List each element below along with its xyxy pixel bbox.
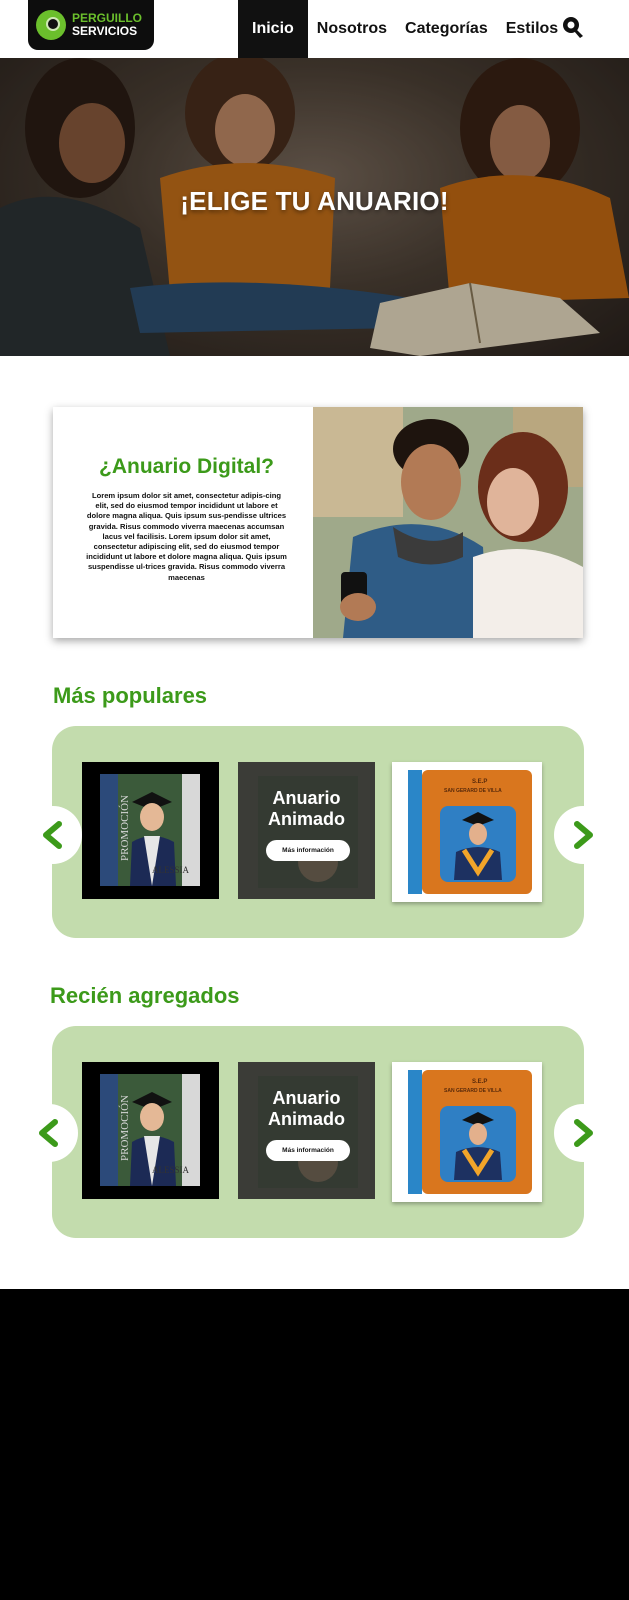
brand-logo[interactable]: PERGUILLO SERVICIOS bbox=[28, 0, 154, 50]
animated-yearbook-title: Anuario Animado bbox=[267, 788, 345, 829]
wooden-book-cover bbox=[392, 1062, 542, 1202]
brand-line-2: SERVICIOS bbox=[72, 24, 138, 38]
brand-wordmark: PERGUILLO SERVICIOS bbox=[72, 12, 142, 38]
animated-yearbook-title: Anuario Animado bbox=[267, 1088, 345, 1129]
site-header: PERGUILLO SERVICIOS Inicio Nosotros Cate… bbox=[0, 0, 629, 58]
site-footer bbox=[0, 1289, 629, 1600]
hero-banner: ¡ELIGE TU ANUARIO! bbox=[0, 58, 629, 356]
parrot-logo-icon bbox=[36, 10, 66, 40]
school-name-label: SAN GERARD DE VILLA bbox=[444, 1088, 502, 1094]
more-info-button[interactable]: Más información bbox=[266, 1140, 350, 1161]
nav-categorias[interactable]: Categorías bbox=[396, 0, 497, 58]
hero-title: ¡ELIGE TU ANUARIO! bbox=[180, 186, 449, 216]
nav-estilos[interactable]: Estilos bbox=[497, 0, 567, 58]
recent-carousel: PROMOCIÓN ALESSIA Anuario Animado Más inf… bbox=[52, 1026, 584, 1238]
wooden-book-cover bbox=[392, 762, 542, 902]
animated-yearbook-card[interactable]: Anuario Animado Más información bbox=[238, 762, 375, 899]
wooden-yearbook-card[interactable]: S.E.P SAN GERARD DE VILLA bbox=[392, 762, 542, 902]
graduation-book-cover bbox=[82, 762, 219, 899]
more-info-button[interactable]: Más información bbox=[266, 840, 350, 861]
school-name-label: SAN GERARD DE VILLA bbox=[444, 788, 502, 794]
nav-inicio[interactable]: Inicio bbox=[238, 0, 308, 58]
student-name-label: ALESSIA bbox=[152, 1165, 190, 1175]
school-label: S.E.P bbox=[472, 779, 488, 785]
animated-yearbook-background bbox=[238, 762, 375, 899]
animated-yearbook-card[interactable]: Anuario Animado Más información bbox=[238, 1062, 375, 1199]
wooden-yearbook-card[interactable]: S.E.P SAN GERARD DE VILLA bbox=[392, 1062, 542, 1202]
chevron-left-icon bbox=[39, 1119, 58, 1147]
recent-section-title: Recién agregados bbox=[50, 983, 240, 1008]
popular-section-title: Más populares bbox=[53, 683, 208, 708]
popular-carousel: PROMOCIÓN ALESSIA Anuario Animado Más inf… bbox=[52, 726, 584, 938]
search-icon[interactable] bbox=[560, 14, 586, 40]
digital-card-text: ¿Anuario Digital? Lorem ipsum dolor sit … bbox=[53, 407, 313, 638]
chevron-right-icon bbox=[574, 1119, 593, 1147]
digital-card-title: ¿Anuario Digital? bbox=[99, 455, 274, 478]
digital-card-body: Lorem ipsum dolor sit amet, consectetur … bbox=[86, 491, 287, 582]
promocion-label: PROMOCIÓN bbox=[119, 795, 131, 862]
school-label: S.E.P bbox=[472, 1079, 488, 1085]
popular-next-button[interactable] bbox=[554, 806, 612, 864]
animated-yearbook-background bbox=[238, 1062, 375, 1199]
chevron-left-icon bbox=[43, 821, 62, 849]
main-nav: Inicio Nosotros Categorías Estilos bbox=[238, 0, 567, 58]
couple-photo bbox=[313, 407, 583, 638]
couple-illustration bbox=[313, 407, 583, 638]
promocion-label: PROMOCIÓN bbox=[119, 1095, 131, 1162]
recent-next-button[interactable] bbox=[554, 1104, 612, 1162]
yearbook-card[interactable]: PROMOCIÓN ALESSIA bbox=[82, 1062, 219, 1199]
graduation-book-cover bbox=[82, 1062, 219, 1199]
nav-nosotros[interactable]: Nosotros bbox=[308, 0, 396, 58]
yearbook-card[interactable]: PROMOCIÓN ALESSIA bbox=[82, 762, 219, 899]
recent-prev-button[interactable] bbox=[20, 1104, 78, 1162]
popular-prev-button[interactable] bbox=[24, 806, 82, 864]
student-name-label: ALESSIA bbox=[152, 865, 190, 875]
digital-yearbook-card: ¿Anuario Digital? Lorem ipsum dolor sit … bbox=[53, 407, 583, 638]
chevron-right-icon bbox=[574, 821, 593, 849]
